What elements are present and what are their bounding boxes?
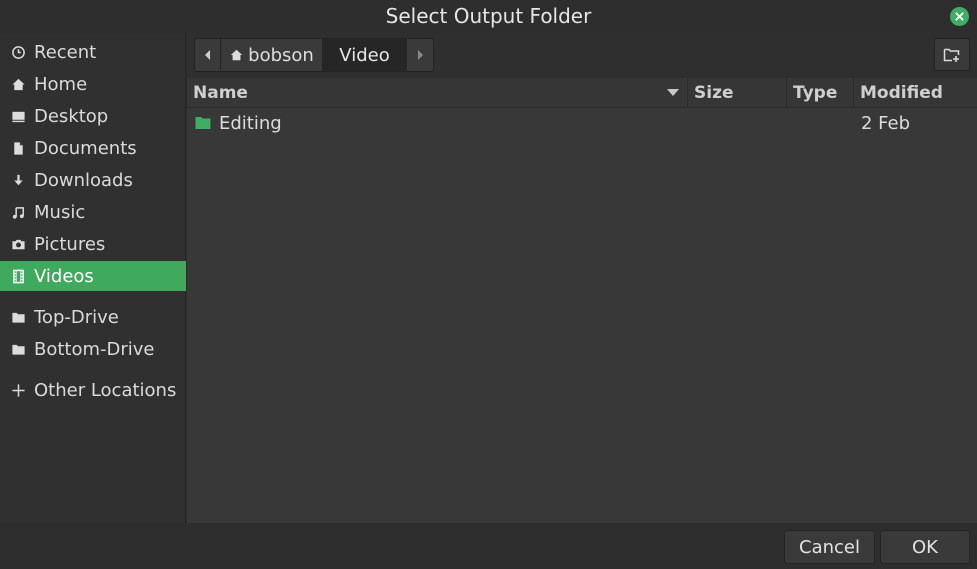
dialog-footer: Cancel OK [0,523,977,569]
breadcrumb: bobson Video [194,38,434,72]
sidebar-item-top-drive[interactable]: Top-Drive [0,302,186,332]
file-name: Editing [219,112,282,134]
sidebar-item-label: Other Locations [34,379,177,401]
folder-icon [10,309,27,326]
folder-icon [10,341,27,358]
ok-button[interactable]: OK [880,530,970,564]
close-button[interactable] [950,7,969,26]
column-header-label: Name [193,83,248,103]
column-header-name[interactable]: Name [187,78,687,108]
cancel-button[interactable]: Cancel [784,530,875,564]
file-browser: bobson Video Name Size Type Modified Edi… [187,33,977,523]
column-header-size[interactable]: Size [687,78,786,108]
column-header-label: Size [694,83,734,103]
chevron-right-icon [418,50,423,60]
music-icon [10,204,27,221]
path-bar: bobson Video [187,33,977,78]
column-headers: Name Size Type Modified [187,78,977,108]
sidebar-item-label: Desktop [34,105,109,127]
new-folder-button[interactable] [934,38,970,71]
close-icon [955,12,964,21]
sidebar-item-label: Downloads [34,169,133,191]
sidebar-item-label: Pictures [34,233,106,255]
clock-icon [10,44,27,61]
places-sidebar: Recent Home Desktop Documents Downloads … [0,33,186,523]
sidebar-item-bottom-drive[interactable]: Bottom-Drive [0,334,186,364]
path-forward-button[interactable] [407,39,433,71]
sidebar-item-other-locations[interactable]: Other Locations [0,375,186,405]
column-header-modified[interactable]: Modified [853,78,977,108]
sidebar-item-label: Recent [34,41,97,63]
new-folder-icon [943,48,960,62]
sidebar-item-home[interactable]: Home [0,69,186,99]
home-icon [10,76,27,93]
desktop-icon [10,108,27,125]
download-icon [10,172,27,189]
sidebar-item-downloads[interactable]: Downloads [0,165,186,195]
sidebar-item-label: Top-Drive [34,306,119,328]
file-name-cell: Editing [195,108,282,138]
breadcrumb-item-home[interactable]: bobson [221,39,323,71]
chevron-left-icon [204,50,210,60]
sidebar-item-label: Documents [34,137,137,159]
sidebar-item-label: Music [34,201,86,223]
plus-icon [10,382,27,399]
file-row[interactable]: Editing 2 Feb [187,108,977,138]
title-bar: Select Output Folder [0,0,977,33]
column-header-label: Type [793,83,838,103]
sidebar-item-documents[interactable]: Documents [0,133,186,163]
breadcrumb-item-current[interactable]: Video [323,39,407,71]
path-back-button[interactable] [195,39,221,71]
sidebar-item-desktop[interactable]: Desktop [0,101,186,131]
folder-icon [195,117,211,129]
breadcrumb-label: Video [339,44,390,66]
sidebar-item-label: Bottom-Drive [34,338,155,360]
camera-icon [10,236,27,253]
film-icon [10,268,27,285]
window-title: Select Output Folder [385,4,592,28]
home-icon [230,49,243,61]
sidebar-item-recent[interactable]: Recent [0,37,186,67]
sidebar-item-music[interactable]: Music [0,197,186,227]
sidebar-item-videos[interactable]: Videos [0,261,186,291]
document-icon [10,140,27,157]
column-header-label: Modified [860,83,943,103]
column-header-type[interactable]: Type [786,78,853,108]
file-modified: 2 Feb [861,112,911,134]
breadcrumb-label: bobson [248,44,314,66]
sidebar-item-label: Videos [34,265,94,287]
sidebar-item-pictures[interactable]: Pictures [0,229,186,259]
sort-descending-icon [667,89,679,96]
sidebar-item-label: Home [34,73,88,95]
